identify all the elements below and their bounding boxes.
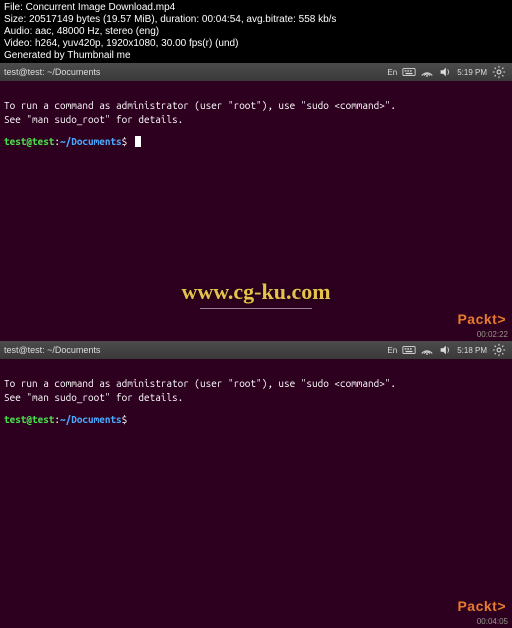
motd-line1: To run a command as administrator (user … bbox=[4, 100, 396, 111]
meta-size: Size: 20517149 bytes (19.57 MiB), durati… bbox=[4, 14, 508, 26]
meta-generated: Generated by Thumbnail me bbox=[4, 50, 508, 62]
prompt-dollar: $ bbox=[122, 136, 128, 147]
packt-text: Packt bbox=[457, 311, 497, 327]
network-icon[interactable] bbox=[420, 65, 434, 79]
lang-indicator[interactable]: En bbox=[387, 68, 397, 77]
video-metadata-block: File: Concurrent Image Download.mp4 Size… bbox=[0, 0, 512, 63]
motd-line2: See "man sudo_root" for details. bbox=[4, 392, 183, 403]
prompt-dollar: $ bbox=[122, 414, 128, 425]
meta-file: File: Concurrent Image Download.mp4 bbox=[4, 2, 508, 14]
motd-line1: To run a command as administrator (user … bbox=[4, 378, 396, 389]
packt-brand-1: Packt> bbox=[457, 311, 506, 327]
timecode-1: 00:02:22 bbox=[477, 330, 508, 339]
window-title: test@test: ~/Documents bbox=[4, 67, 100, 77]
prompt-user: test@test bbox=[4, 414, 54, 425]
clock[interactable]: 5:19 PM bbox=[457, 68, 487, 77]
gear-icon[interactable] bbox=[492, 343, 506, 357]
prompt-path: ~/Documents bbox=[60, 414, 122, 425]
packt-suffix: > bbox=[497, 311, 506, 327]
keyboard-icon[interactable] bbox=[402, 65, 416, 79]
prompt-line-2: test@test:~/Documents$ bbox=[4, 413, 508, 427]
titlebar-2: test@test: ~/Documents En 5:18 PM bbox=[0, 341, 512, 359]
keyboard-icon[interactable] bbox=[402, 343, 416, 357]
meta-video: Video: h264, yuv420p, 1920x1080, 30.00 f… bbox=[4, 38, 508, 50]
watermark-underline bbox=[200, 308, 312, 309]
terminal-pane-1: test@test: ~/Documents En 5:19 PM To run… bbox=[0, 63, 512, 341]
watermark-text: www.cg-ku.com bbox=[0, 279, 512, 305]
terminal-body-1[interactable]: To run a command as administrator (user … bbox=[0, 81, 512, 181]
packt-suffix: > bbox=[497, 598, 506, 614]
volume-icon[interactable] bbox=[438, 65, 452, 79]
timecode-2: 00:04:05 bbox=[477, 617, 508, 626]
motd-line2: See "man sudo_root" for details. bbox=[4, 114, 183, 125]
terminal-cursor bbox=[135, 136, 141, 147]
prompt-user: test@test bbox=[4, 136, 54, 147]
packt-brand-2: Packt> bbox=[457, 598, 506, 614]
prompt-line-1: test@test:~/Documents$ bbox=[4, 135, 508, 149]
titlebar-1: test@test: ~/Documents En 5:19 PM bbox=[0, 63, 512, 81]
lang-indicator[interactable]: En bbox=[387, 346, 397, 355]
packt-text: Packt bbox=[457, 598, 497, 614]
terminal-body-2[interactable]: To run a command as administrator (user … bbox=[0, 359, 512, 459]
terminal-pane-2: test@test: ~/Documents En 5:18 PM To run… bbox=[0, 341, 512, 628]
prompt-path: ~/Documents bbox=[60, 136, 122, 147]
meta-audio: Audio: aac, 48000 Hz, stereo (eng) bbox=[4, 26, 508, 38]
volume-icon[interactable] bbox=[438, 343, 452, 357]
window-title: test@test: ~/Documents bbox=[4, 345, 100, 355]
network-icon[interactable] bbox=[420, 343, 434, 357]
gear-icon[interactable] bbox=[492, 65, 506, 79]
clock[interactable]: 5:18 PM bbox=[457, 346, 487, 355]
